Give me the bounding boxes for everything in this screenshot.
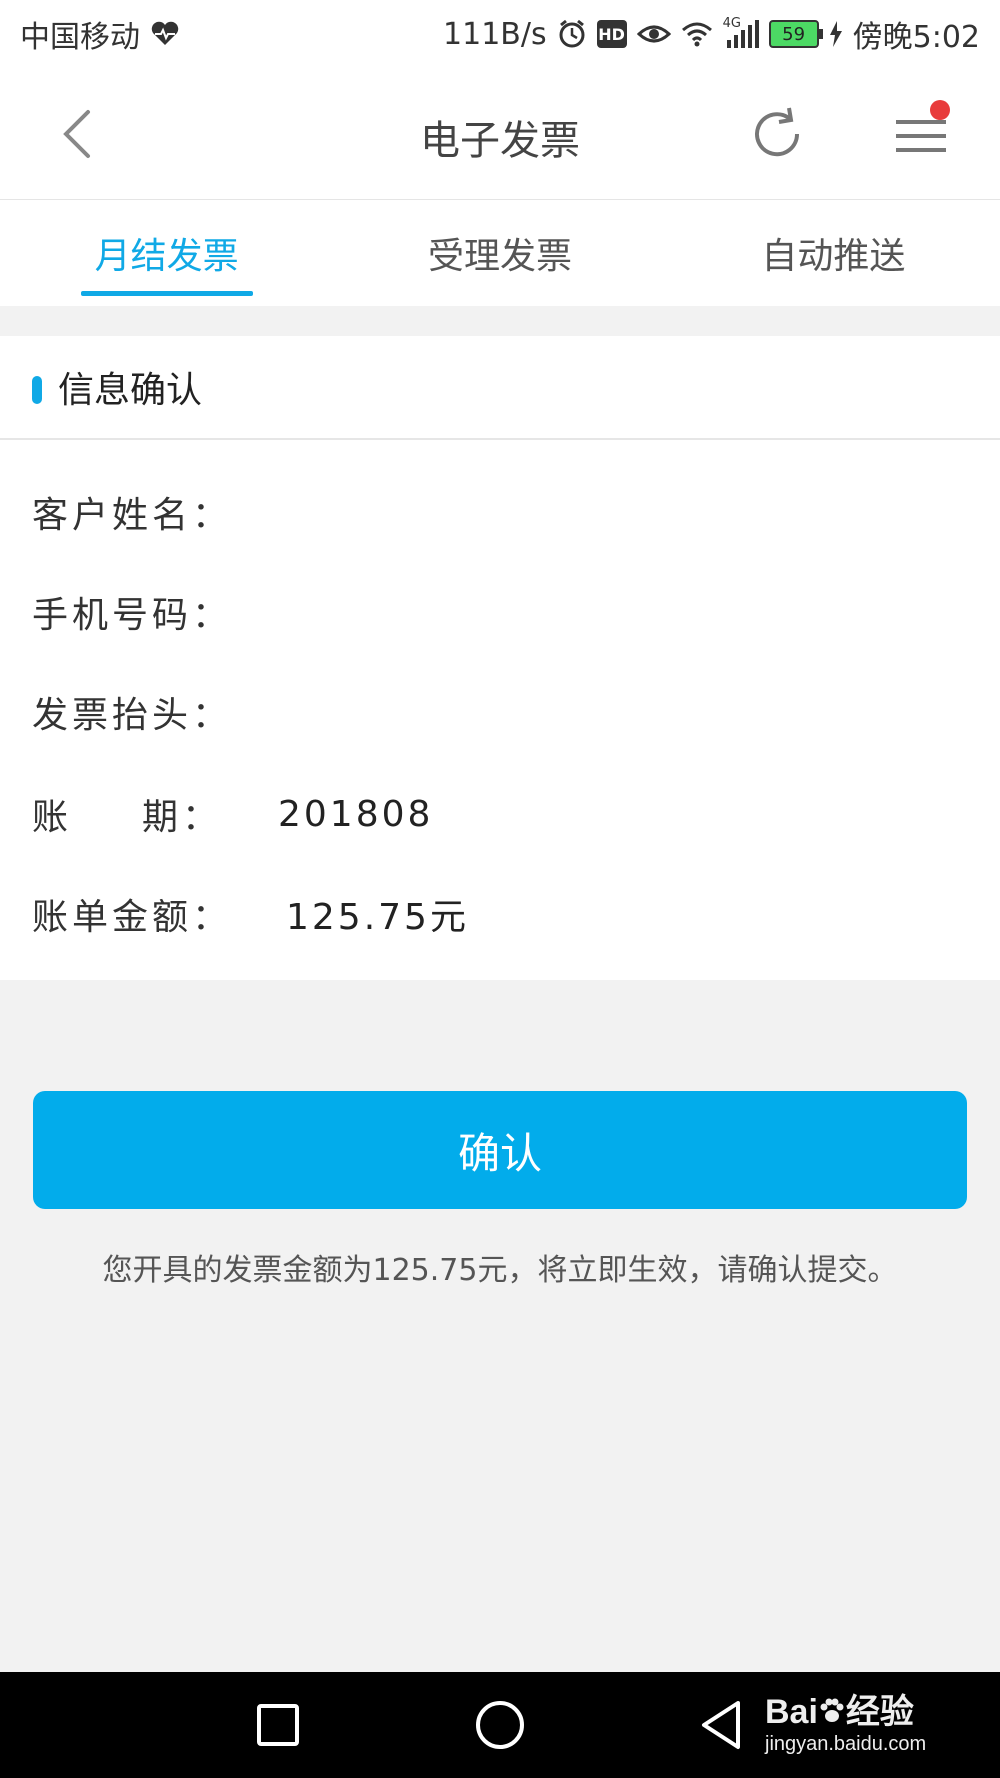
eye-icon xyxy=(636,22,671,46)
clock: 傍晚5:02 xyxy=(852,20,980,55)
bill-amount-label: 账单金额： xyxy=(32,897,233,938)
baidu-watermark: Bai 经验 jingyan.baidu.com xyxy=(765,1684,995,1768)
recent-apps-button[interactable] xyxy=(250,1697,306,1753)
circle-icon xyxy=(476,1701,524,1749)
square-icon xyxy=(257,1704,299,1746)
watermark-brand: Bai 经验 xyxy=(765,1684,995,1733)
status-right: 111B/s HD 4G 59 傍晚5:02 xyxy=(443,12,980,56)
invoice-title-label: 发票抬头： xyxy=(32,695,233,736)
page-title: 电子发票 xyxy=(420,118,580,164)
refresh-button[interactable] xyxy=(745,102,809,166)
section-title: 信息确认 xyxy=(58,370,203,411)
billing-period-value: 201808 xyxy=(278,793,434,835)
phone-label: 手机号码： xyxy=(32,595,233,636)
confirm-button[interactable]: 确认 xyxy=(33,1091,967,1209)
notification-dot xyxy=(930,100,950,120)
signal-icon: 4G xyxy=(723,16,759,48)
menu-button[interactable] xyxy=(890,100,954,166)
system-back-button[interactable] xyxy=(694,1697,750,1753)
watermark-brand-1: Bai xyxy=(765,1693,818,1731)
info-card: 信息确认 客户姓名： 手机号码： 发票抬头： 账 期： 201808 账单金额： … xyxy=(0,336,1000,980)
bill-amount-row: 账单金额： 125.75元 xyxy=(32,888,469,940)
watermark-url: jingyan.baidu.com xyxy=(765,1733,927,1755)
tab-accepted-invoice[interactable]: 受理发票 xyxy=(333,200,666,306)
battery-level: 59 xyxy=(782,23,806,45)
carrier-name: 中国移动 xyxy=(20,20,140,55)
refresh-icon xyxy=(755,107,800,157)
wifi-icon xyxy=(681,21,713,47)
section-header: 信息确认 xyxy=(0,336,1000,440)
heart-rate-icon xyxy=(150,21,180,47)
network-type: 4G xyxy=(722,16,741,31)
section-marker xyxy=(32,376,42,404)
charging-icon xyxy=(829,21,843,47)
phone-row: 手机号码： xyxy=(32,586,278,638)
triangle-back-icon xyxy=(702,1701,740,1749)
customer-name-row: 客户姓名： xyxy=(32,486,278,538)
billing-period-label-part1: 账 xyxy=(32,797,73,838)
billing-period-label: 账 期： xyxy=(32,788,278,840)
status-bar: 中国移动 111B/s HD 4G 59 傍晚5:02 xyxy=(0,0,1000,68)
billing-period-row: 账 期： 201808 xyxy=(32,788,433,840)
navigation-bar: 电子发票 xyxy=(0,68,1000,200)
watermark-brand-2: 经验 xyxy=(845,1693,914,1731)
billing-period-label-part2: 期： xyxy=(142,797,223,838)
battery-icon: 59 xyxy=(768,20,823,48)
paw-icon xyxy=(818,1695,846,1723)
home-button[interactable] xyxy=(472,1697,528,1753)
status-left: 中国移动 xyxy=(20,12,180,56)
customer-name-label: 客户姓名： xyxy=(32,495,233,536)
bill-amount-value: 125.75元 xyxy=(286,897,469,938)
hd-icon: HD xyxy=(596,20,627,48)
tab-monthly-invoice[interactable]: 月结发票 xyxy=(0,200,333,306)
tab-auto-push[interactable]: 自动推送 xyxy=(667,200,1000,306)
network-speed: 111B/s xyxy=(443,16,547,52)
invoice-title-row: 发票抬头： xyxy=(32,686,278,738)
invoice-notice: 您开具的发票金额为125.75元，将立即生效，请确认提交。 xyxy=(102,1253,898,1288)
tab-bar: 月结发票 受理发票 自动推送 xyxy=(0,200,1000,306)
alarm-icon xyxy=(557,19,587,49)
